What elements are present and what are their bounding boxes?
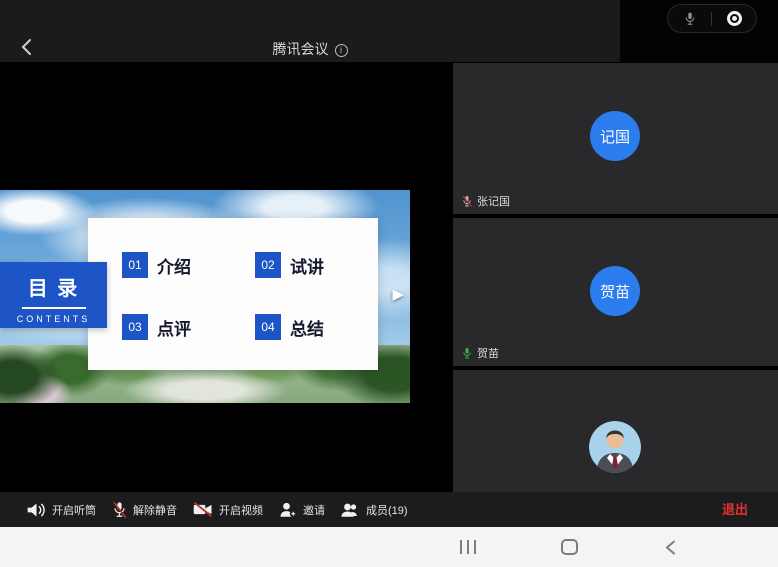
meeting-app-screen: 腾讯会议 i 01 介绍 02 试讲 03 点评 04 总结: [0, 0, 778, 567]
info-icon[interactable]: i: [335, 44, 348, 57]
toc-title: 目 录: [0, 272, 107, 301]
camera-cutout-area: [620, 0, 778, 62]
toolbar-label: 邀请: [303, 502, 325, 518]
toc-item-2: 02 试讲: [255, 252, 324, 278]
avatar-photo: [589, 421, 641, 473]
android-nav-bar: [0, 527, 778, 567]
toc-item-4: 04 总结: [255, 314, 324, 340]
members-button[interactable]: 成员(19): [340, 501, 408, 519]
toc-item-1: 01 介绍: [122, 252, 191, 278]
toolbar-label: 成员(19): [366, 502, 408, 518]
toc-number-badge: 03: [122, 314, 148, 340]
person-add-icon: [278, 501, 298, 519]
avatar: 记国: [590, 111, 640, 161]
presentation-slide[interactable]: 01 介绍 02 试讲 03 点评 04 总结 目 录 CONTENTS ▶: [0, 190, 410, 403]
speaker-button[interactable]: 开启听筒: [26, 501, 96, 519]
recents-icon[interactable]: [460, 540, 476, 554]
status-pill: [667, 4, 757, 33]
toc-item-3: 03 点评: [122, 314, 191, 340]
toc-item-label: 总结: [290, 315, 324, 340]
toolbar-label: 解除静音: [133, 502, 177, 518]
people-icon: [340, 501, 361, 519]
toc-number-badge: 02: [255, 252, 281, 278]
page-title: 腾讯会议: [273, 41, 329, 57]
back-nav-icon[interactable]: [665, 540, 676, 555]
toc-banner: 目 录 CONTENTS: [0, 262, 107, 328]
toc-divider: [22, 307, 86, 309]
meeting-toolbar: 开启听筒 解除静音 开启视频: [0, 492, 778, 527]
name-tag: 张记国: [461, 193, 510, 209]
start-video-button[interactable]: 开启视频: [192, 501, 263, 518]
toc-item-label: 点评: [157, 315, 191, 340]
participant-name: 贺苗: [477, 345, 499, 361]
mic-indicator-icon: [683, 11, 697, 27]
home-icon[interactable]: [561, 539, 578, 555]
speaker-icon: [26, 501, 47, 519]
participant-grid: 记国 张记国 贺苗: [453, 62, 778, 492]
exit-button[interactable]: 退出: [722, 492, 748, 527]
toolbar-label: 开启视频: [219, 502, 263, 518]
toc-number-badge: 04: [255, 314, 281, 340]
mic-muted-icon: [461, 195, 473, 208]
toolbar-label: 开启听筒: [52, 502, 96, 518]
mic-on-icon: [461, 347, 473, 360]
participant-name: 张记国: [477, 193, 510, 209]
participant-tile-1[interactable]: 记国 张记国: [453, 63, 778, 214]
record-indicator-icon: [727, 11, 742, 26]
toc-item-label: 试讲: [290, 253, 324, 278]
participant-tile-2[interactable]: 贺苗 贺苗: [453, 218, 778, 366]
presentation-stage[interactable]: 01 介绍 02 试讲 03 点评 04 总结 目 录 CONTENTS ▶: [0, 62, 453, 492]
next-slide-arrow[interactable]: ▶: [392, 285, 404, 303]
mic-muted-icon: [111, 501, 128, 519]
pill-divider: [711, 12, 712, 26]
toc-number-badge: 01: [122, 252, 148, 278]
toc-card: [88, 218, 378, 370]
participant-tile-3[interactable]: [453, 370, 778, 492]
invite-button[interactable]: 邀请: [278, 501, 325, 519]
top-bar: 腾讯会议 i: [0, 0, 778, 62]
toc-item-label: 介绍: [157, 253, 191, 278]
unmute-button[interactable]: 解除静音: [111, 501, 177, 519]
meeting-title-row: 腾讯会议 i: [0, 39, 620, 59]
name-tag: 贺苗: [461, 345, 499, 361]
toc-subtitle: CONTENTS: [0, 314, 107, 324]
avatar: 贺苗: [590, 266, 640, 316]
camera-muted-icon: [192, 501, 214, 518]
